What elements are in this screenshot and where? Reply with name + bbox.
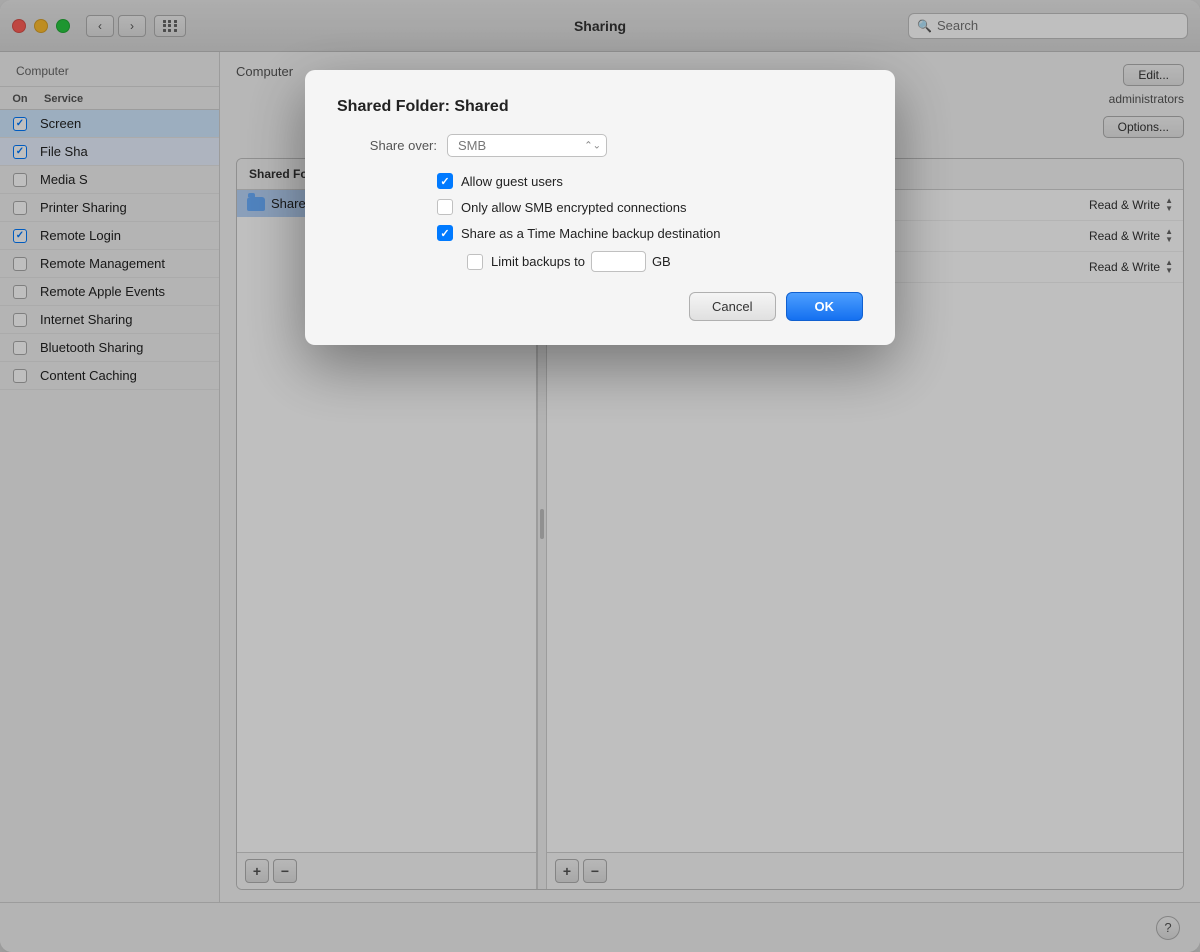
modal-dialog: Shared Folder: Shared Share over: SMB AF… xyxy=(305,70,895,345)
modal-buttons: Cancel OK xyxy=(337,292,863,321)
share-over-select[interactable]: SMB AFP NFS xyxy=(447,134,607,157)
limit-backups-row: Limit backups to GB xyxy=(467,251,863,272)
share-over-label: Share over: xyxy=(337,138,437,153)
limit-backups-checkbox[interactable] xyxy=(467,254,483,270)
modal-title: Shared Folder: Shared xyxy=(337,98,863,116)
share-time-machine-label: Share as a Time Machine backup destinati… xyxy=(461,226,720,241)
only-smb-encrypted-checkbox[interactable] xyxy=(437,199,453,215)
share-time-machine-checkbox[interactable] xyxy=(437,225,453,241)
share-over-row: Share over: SMB AFP NFS ⌃⌄ xyxy=(337,134,863,157)
cancel-button[interactable]: Cancel xyxy=(689,292,775,321)
share-time-machine-row: Share as a Time Machine backup destinati… xyxy=(437,225,863,241)
only-smb-encrypted-row: Only allow SMB encrypted connections xyxy=(437,199,863,215)
allow-guest-users-checkbox[interactable] xyxy=(437,173,453,189)
ok-button[interactable]: OK xyxy=(786,292,864,321)
limit-backups-input[interactable] xyxy=(591,251,646,272)
gb-label: GB xyxy=(652,254,671,269)
allow-guest-users-label: Allow guest users xyxy=(461,174,563,189)
modal-overlay: Shared Folder: Shared Share over: SMB AF… xyxy=(0,0,1200,952)
allow-guest-users-row: Allow guest users xyxy=(437,173,863,189)
limit-backups-label: Limit backups to xyxy=(491,254,585,269)
only-smb-encrypted-label: Only allow SMB encrypted connections xyxy=(461,200,686,215)
share-over-select-wrap: SMB AFP NFS ⌃⌄ xyxy=(447,134,607,157)
